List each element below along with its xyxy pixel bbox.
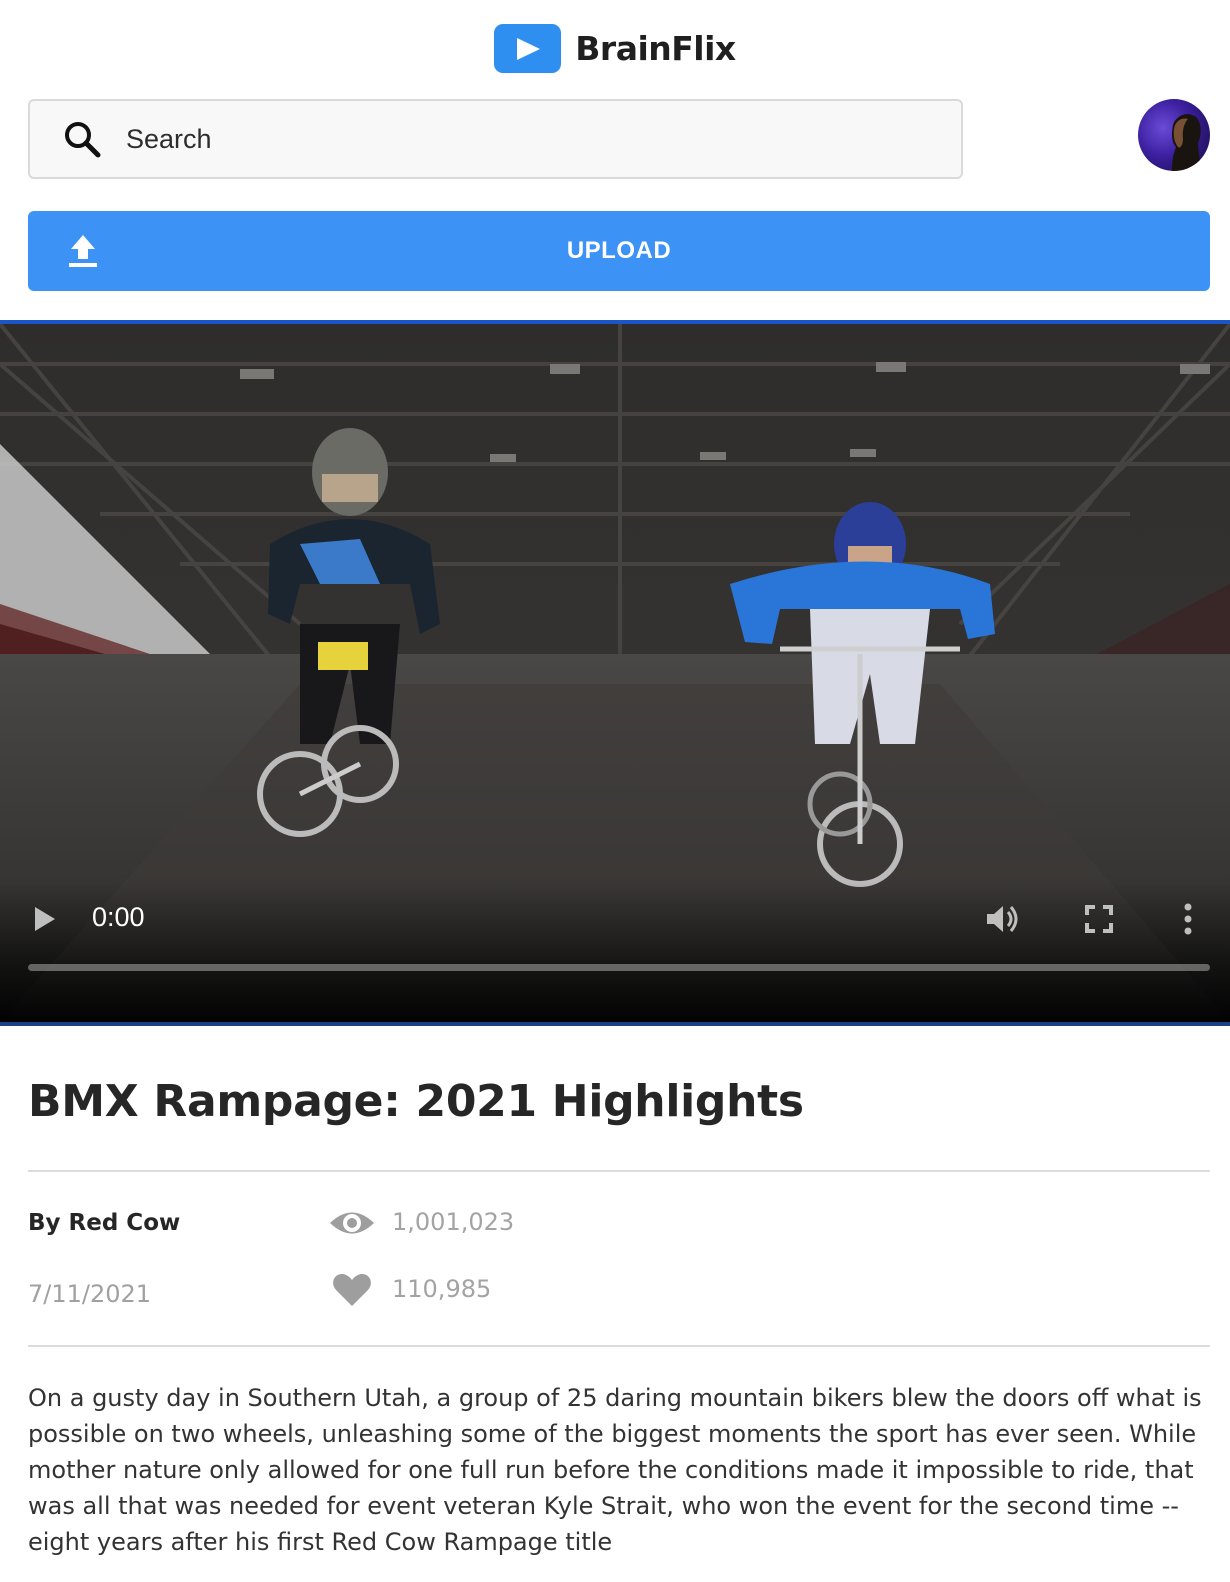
progress-bar[interactable] bbox=[28, 964, 1210, 971]
video-title: BMX Rampage: 2021 Highlights bbox=[28, 1076, 804, 1127]
logo-play-icon bbox=[494, 24, 562, 73]
current-time: 0:00 bbox=[92, 902, 145, 932]
more-vertical-icon[interactable] bbox=[1183, 902, 1193, 936]
fullscreen-icon[interactable] bbox=[1084, 904, 1114, 934]
heart-icon[interactable] bbox=[332, 1272, 372, 1308]
eye-icon bbox=[330, 1212, 374, 1234]
video-author: By Red Cow bbox=[28, 1210, 181, 1236]
video-description: On a gusty day in Southern Utah, a group… bbox=[28, 1384, 1202, 1556]
volume-icon[interactable] bbox=[984, 902, 1020, 936]
search-bar[interactable] bbox=[28, 99, 963, 179]
video-player[interactable]: 0:00 bbox=[0, 320, 1230, 1026]
avatar[interactable] bbox=[1138, 99, 1210, 171]
search-input[interactable] bbox=[126, 123, 886, 155]
view-count: 1,001,023 bbox=[392, 1208, 515, 1236]
brand-logo-link[interactable]: BrainFlix bbox=[0, 24, 1230, 73]
player-controls-overlay bbox=[0, 882, 1230, 1022]
avatar-portrait bbox=[1172, 114, 1202, 171]
like-count: 110,985 bbox=[392, 1275, 492, 1303]
divider bbox=[28, 1345, 1210, 1347]
brand-name: BrainFlix bbox=[575, 29, 736, 68]
search-icon bbox=[65, 122, 101, 158]
video-date: 7/11/2021 bbox=[28, 1280, 152, 1308]
play-icon[interactable] bbox=[32, 904, 58, 934]
upload-button[interactable]: UPLOAD bbox=[28, 211, 1210, 291]
upload-label: UPLOAD bbox=[566, 237, 672, 264]
upload-icon bbox=[69, 235, 97, 267]
site-header: BrainFlix UPLOAD bbox=[0, 0, 1230, 320]
divider bbox=[28, 1170, 1210, 1172]
